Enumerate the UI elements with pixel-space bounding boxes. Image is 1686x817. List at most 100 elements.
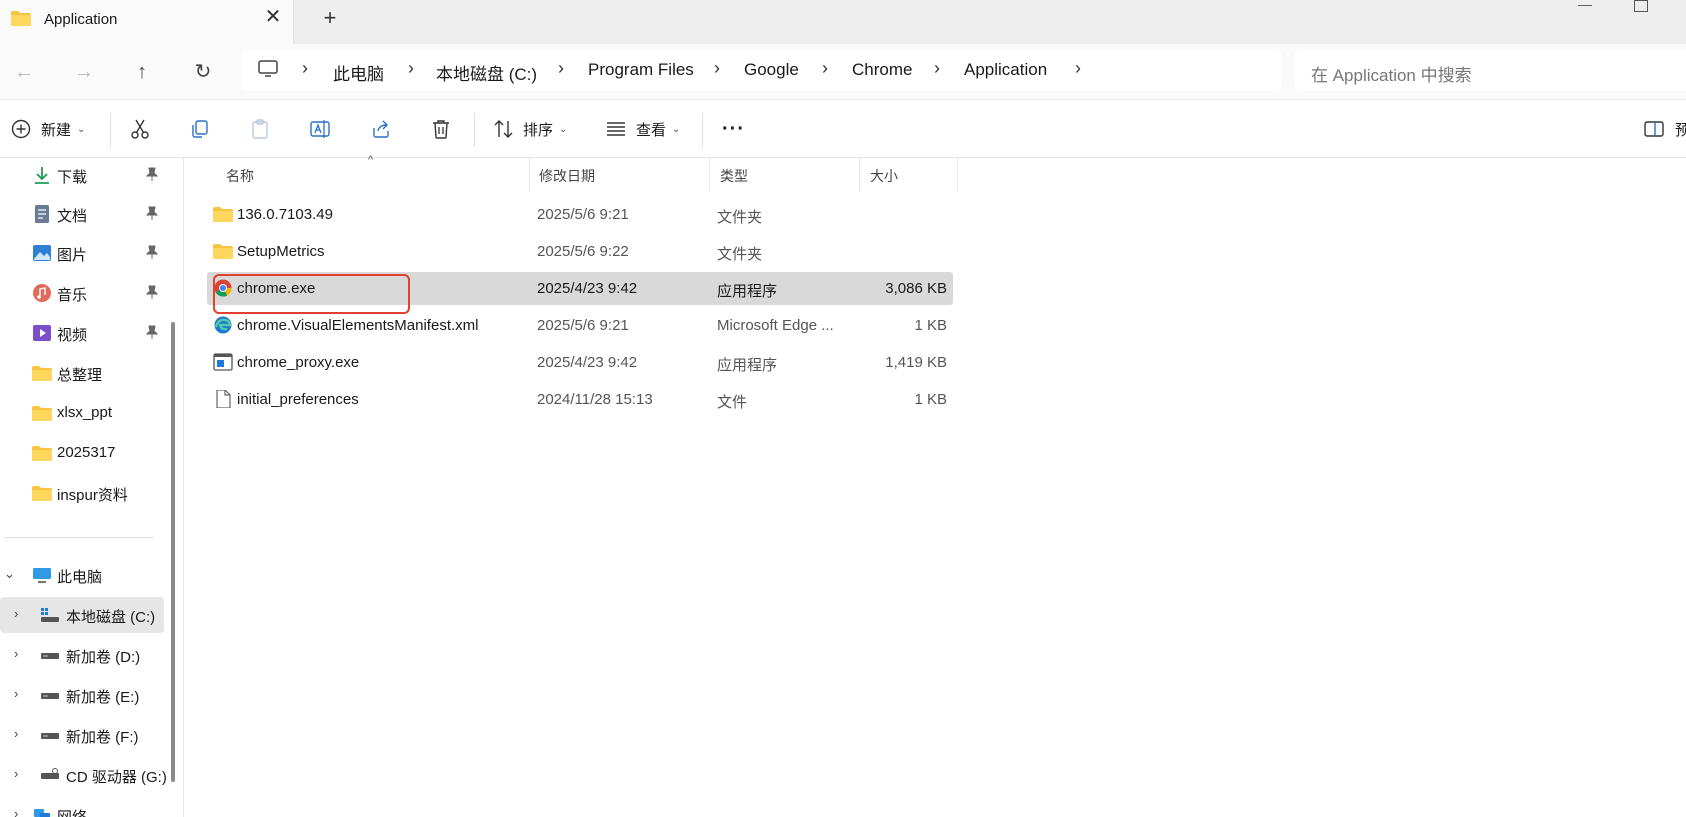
forward-icon[interactable]: → (68, 56, 100, 88)
tab-application[interactable]: Application ✕ (0, 0, 294, 44)
rename-button[interactable] (309, 113, 331, 145)
chevron-right-icon[interactable]: › (14, 606, 18, 621)
search-input[interactable]: 在 Application 中搜索 (1294, 49, 1686, 91)
sidebar-item-documents[interactable]: 文档 (0, 196, 168, 232)
minimize-button[interactable]: — (1574, 0, 1596, 12)
share-icon (373, 120, 389, 138)
chevron-down-icon: ⌄ (77, 123, 86, 135)
sidebar-item-label: 音乐 (57, 287, 88, 304)
drive-icon (41, 733, 59, 739)
sidebar-item-label: inspur资料 (57, 487, 128, 504)
folder-icon (213, 244, 233, 259)
table-row[interactable]: chrome_proxy.exe 2025/4/23 9:42 应用程序 1,4… (207, 346, 953, 379)
tree-item-label: 新加卷 (D:) (66, 649, 141, 666)
sidebar-item-pictures[interactable]: 图片 (0, 235, 168, 271)
sidebar-item-folder[interactable]: inspur资料 (0, 475, 168, 511)
sidebar-item-music[interactable]: 音乐 (0, 275, 168, 311)
column-header-type[interactable]: 类型 (710, 158, 860, 192)
pin-icon[interactable] (146, 245, 158, 259)
breadcrumb-this-pc[interactable]: 此电脑 (333, 60, 384, 85)
folder-icon (213, 207, 233, 222)
address-bar[interactable]: › 此电脑 › 本地磁盘 (C:) › Program Files › Goog… (242, 49, 1282, 91)
breadcrumb-separator: › (302, 58, 308, 78)
chevron-right-icon[interactable]: › (14, 726, 18, 741)
document-icon (35, 205, 49, 223)
tree-item-label: 新加卷 (E:) (66, 689, 140, 706)
view-label: 查看 (636, 121, 667, 139)
table-row[interactable]: 136.0.7103.49 2025/5/6 9:21 文件夹 (207, 198, 953, 231)
copy-button[interactable] (189, 113, 211, 145)
column-label: 修改日期 (539, 168, 595, 184)
folder-icon (32, 406, 52, 421)
table-row[interactable]: chrome.VisualElementsManifest.xml 2025/5… (207, 309, 953, 342)
tree-item-network[interactable]: › 网络 (0, 797, 164, 817)
chevron-down-icon: ⌄ (672, 123, 681, 135)
table-row[interactable]: initial_preferences 2024/11/28 15:13 文件 … (207, 383, 953, 416)
chevron-right-icon[interactable]: › (14, 686, 18, 701)
folder-icon (32, 486, 52, 501)
view-button[interactable]: 查看 ⌄ (606, 113, 680, 145)
breadcrumb-local-disk[interactable]: 本地磁盘 (C:) (436, 60, 537, 85)
folder-icon (32, 366, 52, 381)
sort-button[interactable]: 排序 ⌄ (493, 113, 567, 145)
tree-item-cd-drive-g[interactable]: › CD 驱动器 (G:) (0, 757, 167, 793)
close-tab-icon[interactable]: ✕ (262, 6, 284, 28)
tab-title: Application (44, 11, 118, 28)
tree-item-drive-d[interactable]: › 新加卷 (D:) (0, 637, 164, 673)
refresh-icon[interactable]: ↻ (187, 56, 219, 88)
folder-icon (32, 446, 52, 461)
file-size: 1,419 KB (885, 354, 947, 371)
new-tab-button[interactable]: + (318, 6, 342, 30)
back-icon[interactable]: ← (8, 56, 40, 88)
delete-button[interactable] (430, 113, 452, 145)
breadcrumb-program-files[interactable]: Program Files (588, 60, 694, 80)
file-name: chrome.VisualElementsManifest.xml (237, 317, 479, 334)
column-label: 类型 (720, 168, 748, 184)
sidebar-item-downloads[interactable]: 下载 (0, 158, 168, 193)
tree-item-drive-e[interactable]: › 新加卷 (E:) (0, 677, 164, 713)
tree-item-label: 新加卷 (F:) (66, 729, 139, 746)
new-button[interactable]: 新建 ⌄ (11, 113, 85, 145)
add-circle-icon (11, 119, 31, 139)
preview-pane-button[interactable]: 预 (1644, 113, 1686, 145)
column-header-date[interactable]: 修改日期 (530, 158, 708, 192)
column-header-name[interactable]: 名称 (207, 158, 511, 192)
paste-button[interactable] (249, 113, 271, 145)
sidebar-scrollbar[interactable] (171, 322, 175, 782)
maximize-button[interactable] (1634, 0, 1648, 12)
breadcrumb-google[interactable]: Google (744, 60, 799, 80)
column-header-size[interactable]: 大小 (860, 158, 958, 192)
tree-item-drive-f[interactable]: › 新加卷 (F:) (0, 717, 164, 753)
pin-icon[interactable] (146, 206, 158, 220)
cut-button[interactable] (129, 113, 151, 145)
column-label: 名称 (226, 168, 254, 184)
table-row-selected[interactable]: chrome.exe 2025/4/23 9:42 应用程序 3,086 KB (207, 272, 953, 305)
sidebar-item-folder[interactable]: 总整理 (0, 355, 168, 391)
sidebar-item-videos[interactable]: 视频 (0, 315, 168, 351)
chevron-down-icon[interactable]: ⌄ (4, 566, 15, 582)
up-icon[interactable]: ↑ (126, 56, 158, 88)
chevron-right-icon[interactable]: › (14, 806, 18, 817)
pin-icon[interactable] (146, 167, 158, 181)
tree-item-this-pc[interactable]: ⌄ 此电脑 (0, 557, 164, 593)
sidebar-item-label: 2025317 (57, 444, 116, 461)
breadcrumb-separator: › (934, 58, 940, 78)
chevron-right-icon[interactable]: › (14, 646, 18, 661)
more-options-button[interactable]: ··· (722, 113, 745, 145)
chevron-right-icon[interactable]: › (14, 766, 18, 781)
table-row[interactable]: SetupMetrics 2025/5/6 9:22 文件夹 (207, 235, 953, 268)
breadcrumb-application[interactable]: Application (964, 60, 1047, 80)
folder-icon (11, 11, 31, 26)
sort-label: 排序 (523, 121, 554, 139)
pin-icon[interactable] (146, 325, 158, 339)
share-button[interactable] (370, 113, 392, 145)
pin-icon[interactable] (146, 285, 158, 299)
tree-item-label: 本地磁盘 (C:) (66, 609, 156, 626)
file-date: 2025/5/6 9:21 (537, 206, 629, 223)
breadcrumb-chrome[interactable]: Chrome (852, 60, 912, 80)
file-icon (216, 390, 231, 408)
sidebar-item-folder[interactable]: xlsx_ppt (0, 395, 168, 431)
tree-item-local-disk-c[interactable]: › 本地磁盘 (C:) (0, 597, 164, 633)
breadcrumb-separator: › (714, 58, 720, 78)
sidebar-item-folder[interactable]: 2025317 (0, 435, 168, 471)
